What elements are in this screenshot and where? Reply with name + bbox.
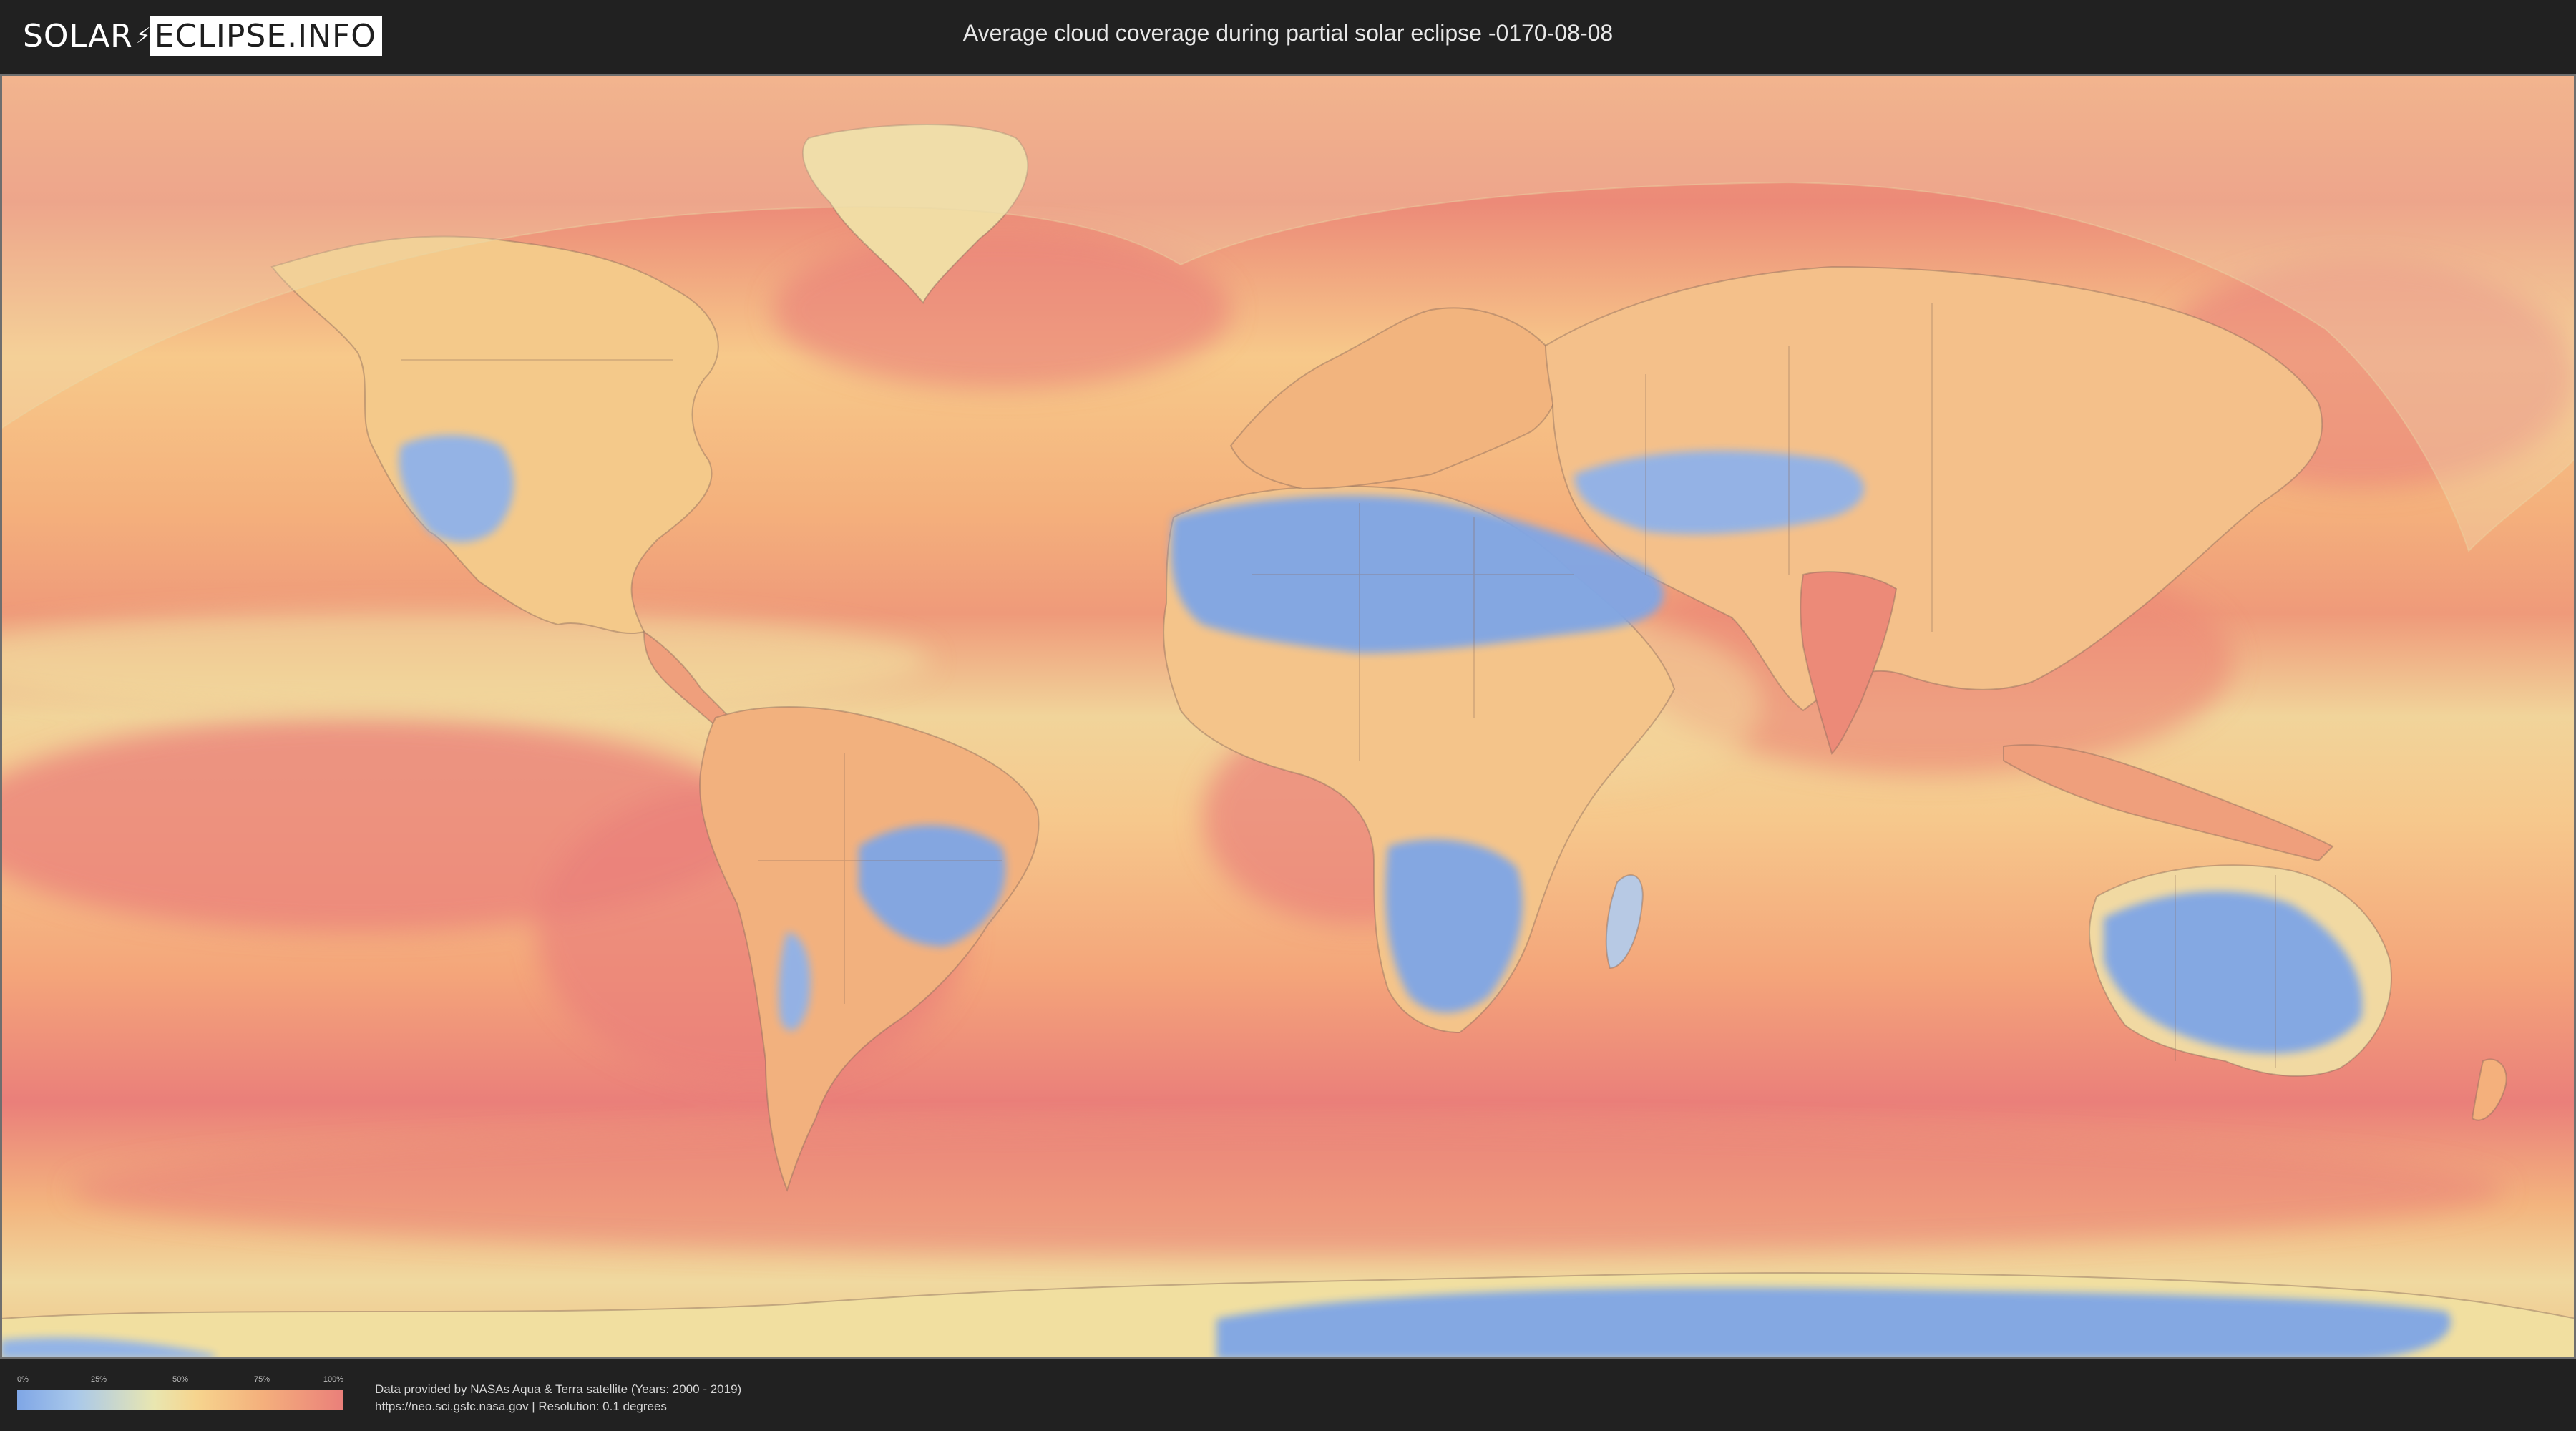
legend-tick-50: 50% — [172, 1375, 189, 1384]
cloud-coverage-map — [0, 74, 2576, 1359]
credit-source: Data provided by NASAs Aqua & Terra sate… — [375, 1382, 742, 1396]
legend-tick-25: 25% — [90, 1375, 107, 1384]
header-bar: SOLAR ⚡ ECLIPSE.INFO Average cloud cover… — [0, 0, 2576, 72]
data-credits: Data provided by NASAs Aqua & Terra sate… — [375, 1381, 741, 1415]
legend-tick-75: 75% — [253, 1375, 270, 1384]
cloud-coverage-legend: 0% 25% 50% 75% 100% — [17, 1375, 343, 1410]
page-title: Average cloud coverage during partial so… — [962, 20, 1614, 46]
clear-antarctica — [1216, 1287, 2451, 1359]
map-container[interactable] — [0, 74, 2576, 1359]
credit-url-resolution[interactable]: https://neo.sci.gsfc.nasa.gov | Resoluti… — [375, 1398, 741, 1415]
legend-tick-100: 100% — [323, 1375, 343, 1384]
footer-bar: 0% 25% 50% 75% 100% Data provided by NAS… — [0, 1359, 2576, 1431]
legend-color-bar — [17, 1390, 343, 1410]
legend-tick-0: 0% — [17, 1375, 29, 1384]
legend-ticks: 0% 25% 50% 75% 100% — [17, 1375, 343, 1387]
